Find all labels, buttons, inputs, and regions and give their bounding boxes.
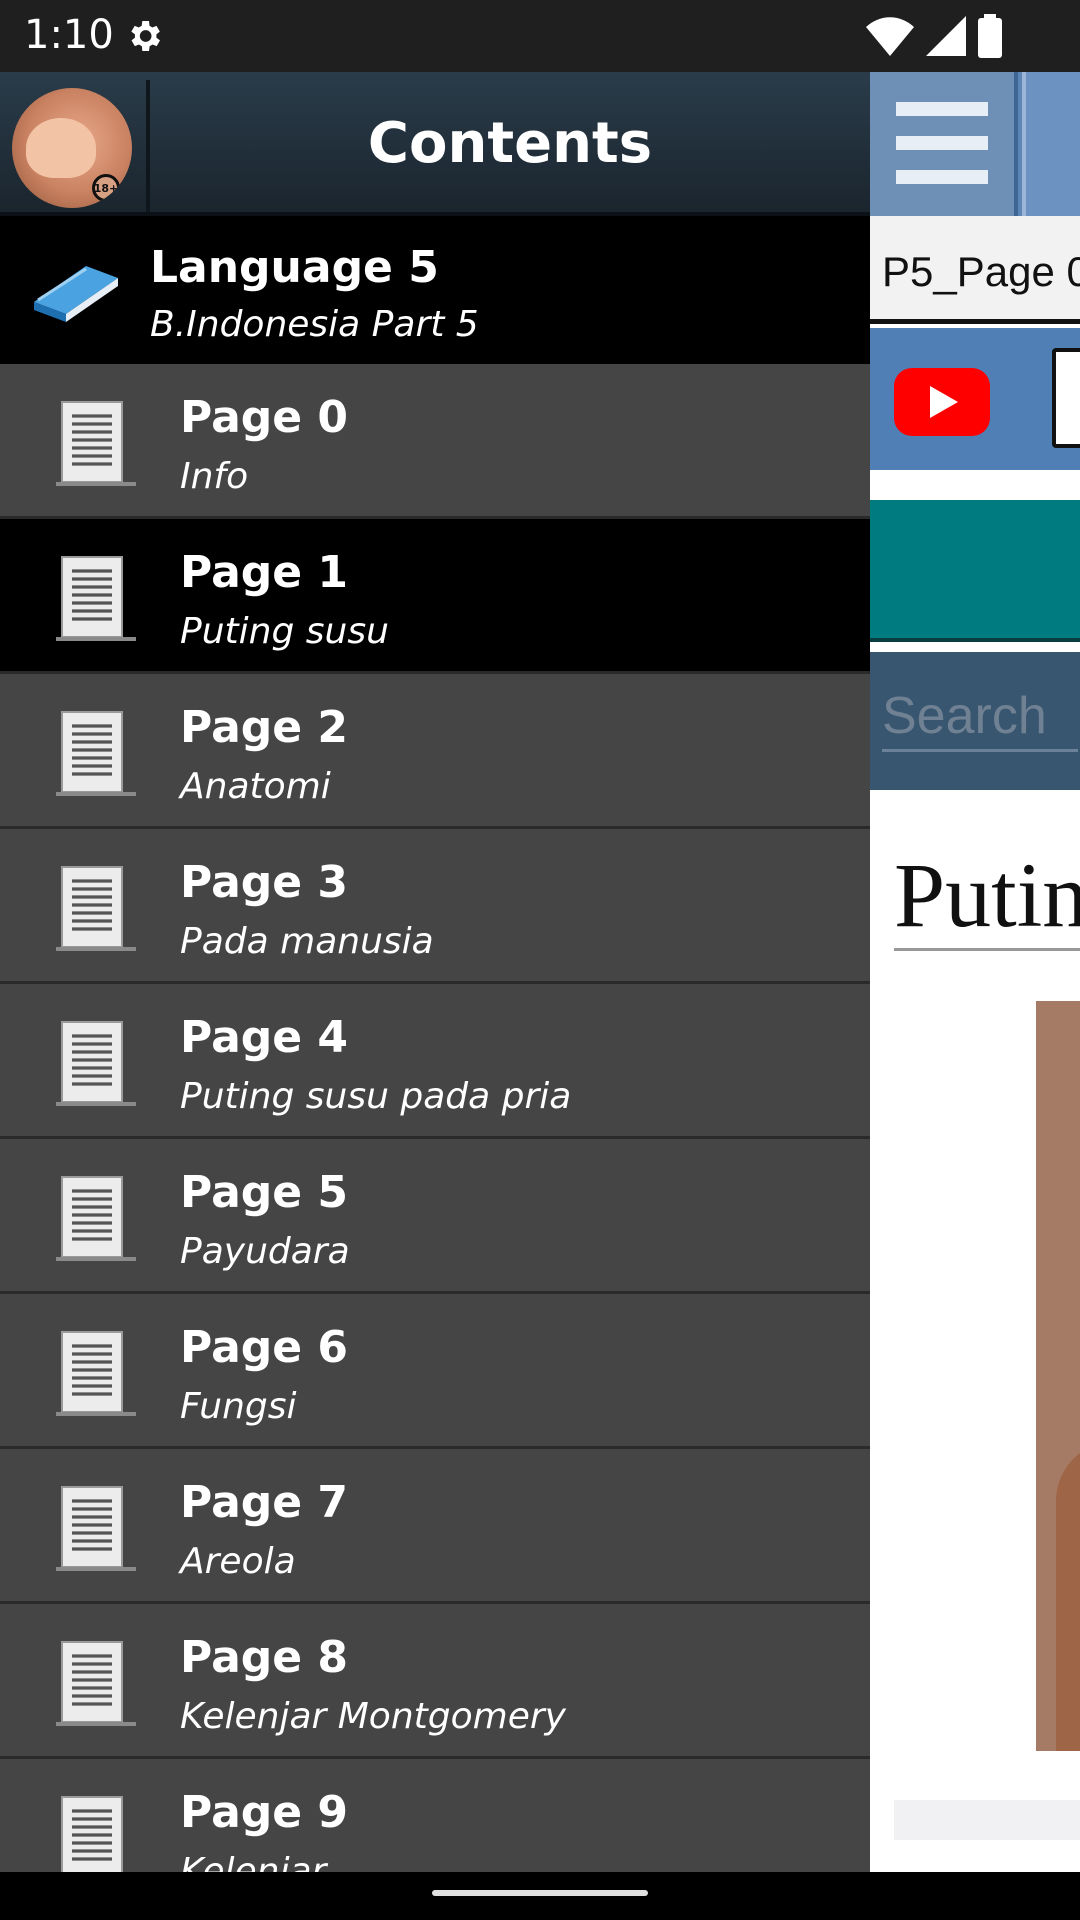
app-toolbar [870,72,1080,216]
teal-banner [870,500,1080,642]
home-gesture-handle[interactable] [432,1890,648,1896]
page-icon [56,1021,136,1106]
page-title: Page 5 [180,1167,349,1218]
search-input[interactable] [882,682,1078,752]
page-title: Page 1 [180,547,349,598]
document-icon[interactable] [1052,348,1080,448]
cell-signal-icon [926,16,966,56]
page-list: Page 0 Info Page 1 Puting susu Page 2 An… [0,364,870,1872]
page-icon [56,866,136,951]
status-bar: 1:10 [0,0,1080,72]
page-subtitle: Puting susu pada pria [180,1076,572,1117]
article-image [1036,1001,1080,1751]
page-title: Page 4 [180,1012,349,1063]
page-subtitle: Info [180,456,249,497]
page-item-4[interactable]: Page 4 Puting susu pada pria [0,984,870,1139]
page-title: Page 2 [180,702,349,753]
youtube-icon[interactable] [894,368,990,436]
content-strip [894,1800,1080,1840]
page-subtitle: Kelenjar [180,1851,327,1872]
page-title: Page 0 [180,392,349,443]
drawer-header: 18+ Contents [0,72,870,216]
tab-row: P5_Page 0 [870,216,1080,324]
page-title: Page 7 [180,1477,349,1528]
page-subtitle: Fungsi [180,1386,297,1427]
page-item-0[interactable]: Page 0 Info [0,364,870,519]
book-subtitle: B.Indonesia Part 5 [150,304,479,345]
avatar[interactable]: 18+ [12,88,132,208]
age-rating-badge: 18+ [92,174,120,202]
battery-icon [978,14,1002,58]
page-icon [56,1331,136,1416]
page-icon [56,401,136,486]
menu-icon[interactable] [870,72,1018,216]
page-icon [56,1641,136,1726]
page-subtitle: Kelenjar Montgomery [180,1696,566,1737]
page-icon [56,711,136,796]
page-subtitle: Payudara [180,1231,350,1272]
page-item-2[interactable]: Page 2 Anatomi [0,674,870,829]
media-row [870,328,1080,470]
page-item-1[interactable]: Page 1 Puting susu [0,519,870,674]
page-item-5[interactable]: Page 5 Payudara [0,1139,870,1294]
search-bar [870,652,1080,790]
title-divider [894,948,1080,951]
page-item-6[interactable]: Page 6 Fungsi [0,1294,870,1449]
page-item-7[interactable]: Page 7 Areola [0,1449,870,1604]
page-title: Page 6 [180,1322,349,1373]
book-icon [34,266,118,322]
page-icon [56,1176,136,1261]
page-item-3[interactable]: Page 3 Pada manusia [0,829,870,984]
system-nav-bar [0,1872,1080,1920]
wifi-icon [866,17,914,56]
status-icons [866,14,1002,58]
toolbar-button[interactable] [1022,72,1080,216]
status-time: 1:10 [24,12,114,58]
background-app: P5_Page 0 Puting [870,72,1080,1872]
page-icon [61,1796,123,1872]
tab-page-label[interactable]: P5_Page 0 [882,248,1080,296]
drawer-title: Contents [367,111,653,176]
page-item-9[interactable]: Page 9 Kelenjar [0,1759,870,1872]
book-item[interactable]: Language 5 B.Indonesia Part 5 [0,216,870,364]
page-subtitle: Areola [180,1541,296,1582]
page-title: Page 9 [180,1787,349,1838]
article-title: Puting [894,844,1080,946]
settings-gear-icon [131,21,160,51]
page-item-8[interactable]: Page 8 Kelenjar Montgomery [0,1604,870,1759]
book-title: Language 5 [150,242,439,293]
page-icon [56,556,136,641]
page-subtitle: Puting susu [180,611,389,652]
page-subtitle: Anatomi [180,766,331,807]
page-subtitle: Pada manusia [180,921,434,962]
page-icon [56,1486,136,1571]
page-title: Page 3 [180,857,349,908]
navigation-drawer: 18+ Contents Language 5 B.Indonesia Part… [0,72,870,1872]
page-title: Page 8 [180,1632,349,1683]
